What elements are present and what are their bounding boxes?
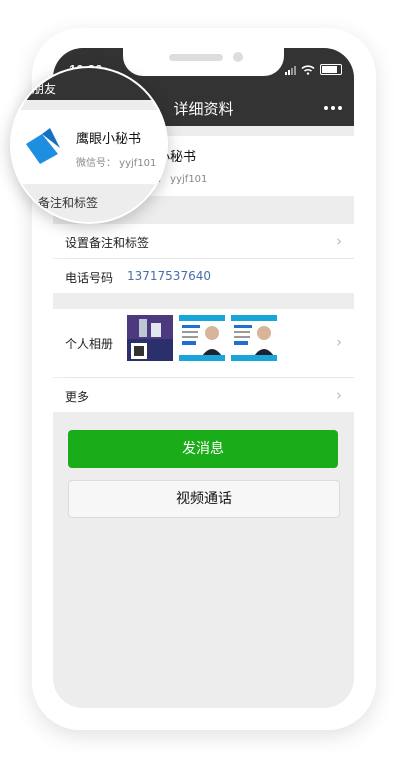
chevron-right-icon: ›: [336, 232, 342, 250]
video-call-button[interactable]: 视频通话: [68, 480, 340, 518]
album-row[interactable]: 个人相册 ›: [53, 309, 354, 377]
camera: [233, 52, 243, 62]
phone-label: 电话号码: [65, 271, 114, 285]
magnified-section: 备注和标签: [12, 196, 166, 222]
magnified-profile: 鹰眼小秘书 微信号： yyjf101: [12, 110, 166, 184]
album-thumbnail[interactable]: [127, 315, 173, 361]
profile-name: 鹰眼小秘书: [76, 132, 142, 147]
profile-avatar: [26, 128, 60, 164]
album-label: 个人相册: [65, 337, 114, 351]
magnified-nav: 朋友: [12, 68, 166, 100]
phone-number[interactable]: 13717537640: [127, 269, 211, 283]
speaker: [169, 54, 223, 61]
album-thumbnail[interactable]: [231, 315, 277, 361]
album-thumbnail[interactable]: [179, 315, 225, 361]
section-label: 备注和标签: [38, 196, 99, 210]
phone-row[interactable]: 电话号码 13717537640: [53, 259, 354, 293]
chevron-right-icon: ›: [336, 386, 342, 404]
back-label-fragment[interactable]: 朋友: [32, 80, 56, 97]
system-icons: [285, 64, 342, 75]
more-row[interactable]: 更多 ›: [53, 378, 354, 412]
wechat-id: 微信号： yyjf101: [76, 158, 157, 169]
remark-row[interactable]: 设置备注和标签 ›: [53, 224, 354, 258]
send-message-button[interactable]: 发消息: [68, 430, 338, 468]
battery-icon: [320, 64, 342, 75]
signal-icon: [285, 65, 296, 75]
magnifier-lens: 朋友 鹰眼小秘书 微信号： yyjf101 备注和标签: [10, 66, 168, 224]
remark-label: 设置备注和标签: [65, 236, 150, 250]
chevron-right-icon: ›: [336, 333, 342, 351]
wifi-icon: [301, 64, 315, 75]
album-thumbnails: [127, 315, 277, 361]
more-options-icon[interactable]: [324, 106, 342, 110]
more-label: 更多: [65, 390, 90, 404]
